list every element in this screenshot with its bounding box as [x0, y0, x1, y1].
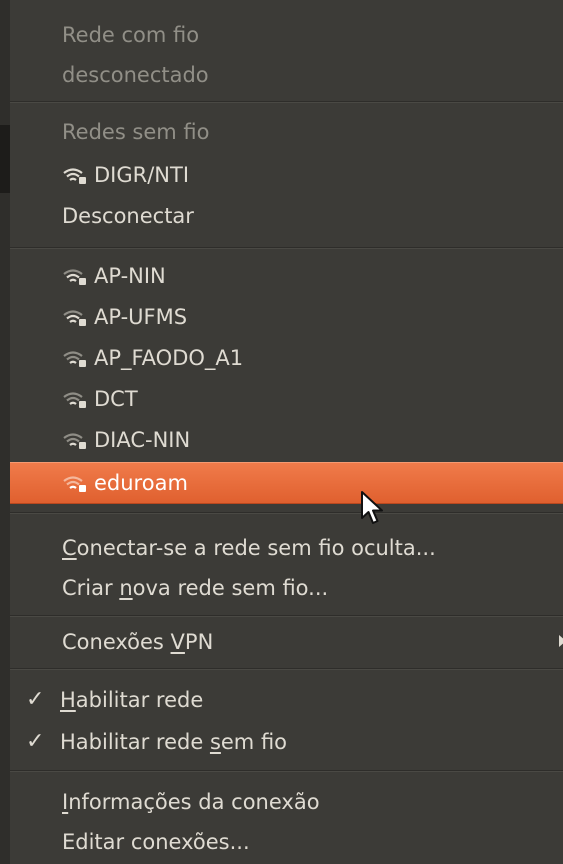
network-menu: Rede com fio desconectado Redes sem fio … [10, 0, 563, 864]
wifi-icon [63, 269, 86, 285]
separator [10, 512, 563, 514]
wifi-icon [63, 433, 86, 449]
connection-info-label: Informações da conexão [62, 790, 320, 814]
separator [10, 247, 563, 249]
vpn-connections-item[interactable]: Conexões VPN [10, 622, 563, 662]
background-window-edge [0, 0, 10, 864]
enable-wireless-label: Habilitar rede sem fio [60, 730, 288, 754]
network-name: eduroam [94, 471, 188, 495]
network-item[interactable]: AP_FAODO_A1 [10, 338, 563, 378]
network-name: DCT [94, 387, 138, 411]
disconnect-label: Desconectar [62, 204, 194, 228]
checkmark-icon: ✓ [26, 729, 45, 754]
separator [10, 615, 563, 617]
enable-wireless-item[interactable]: ✓ Habilitar rede sem fio [10, 722, 563, 762]
enable-networking-label: Habilitar rede [60, 688, 204, 712]
network-item[interactable]: AP-UFMS [10, 297, 563, 337]
separator [10, 668, 563, 670]
wired-header: Rede com fio [10, 15, 563, 55]
wifi-icon [63, 476, 86, 492]
wifi-icon [63, 351, 86, 367]
network-name: AP-UFMS [94, 305, 188, 329]
network-item[interactable]: DCT [10, 379, 563, 419]
create-network-label: Criar nova rede sem fio... [62, 576, 329, 600]
vpn-connections-label: Conexões VPN [62, 630, 214, 654]
create-network-item[interactable]: Criar nova rede sem fio... [10, 568, 563, 608]
disconnect-item[interactable]: Desconectar [10, 196, 563, 236]
wifi-icon [63, 310, 86, 326]
edit-connections-label: Editar conexões... [62, 830, 250, 854]
connection-info-item[interactable]: Informações da conexão [10, 782, 563, 822]
wireless-header: Redes sem fio [10, 112, 563, 152]
wired-title: Rede com fio [62, 23, 200, 47]
background-window-notch [0, 125, 10, 193]
mouse-cursor-icon [361, 491, 383, 524]
connect-hidden-network-item[interactable]: Conectar-se a rede sem fio oculta... [10, 528, 563, 568]
network-name: DIAC-NIN [94, 428, 191, 452]
enable-networking-item[interactable]: ✓ Habilitar rede [10, 680, 563, 720]
network-item-highlighted[interactable]: eduroam [10, 462, 563, 504]
network-item-connected[interactable]: DIGR/NTI [10, 155, 563, 195]
network-name: AP-NIN [94, 264, 166, 288]
wifi-icon [63, 392, 86, 408]
wired-status: desconectado [10, 55, 563, 95]
connect-hidden-network-label: Conectar-se a rede sem fio oculta... [62, 536, 436, 560]
submenu-arrow-icon [559, 635, 563, 647]
separator [10, 101, 563, 103]
network-name: AP_FAODO_A1 [94, 346, 244, 370]
wifi-icon [63, 168, 86, 184]
network-item[interactable]: AP-NIN [10, 256, 563, 296]
wired-status-label: desconectado [62, 63, 209, 87]
edit-connections-item[interactable]: Editar conexões... [10, 822, 563, 862]
network-name: DIGR/NTI [94, 163, 190, 187]
separator [10, 770, 563, 772]
checkmark-icon: ✓ [26, 687, 45, 712]
wireless-title: Redes sem fio [62, 120, 210, 144]
network-item[interactable]: DIAC-NIN [10, 420, 563, 460]
